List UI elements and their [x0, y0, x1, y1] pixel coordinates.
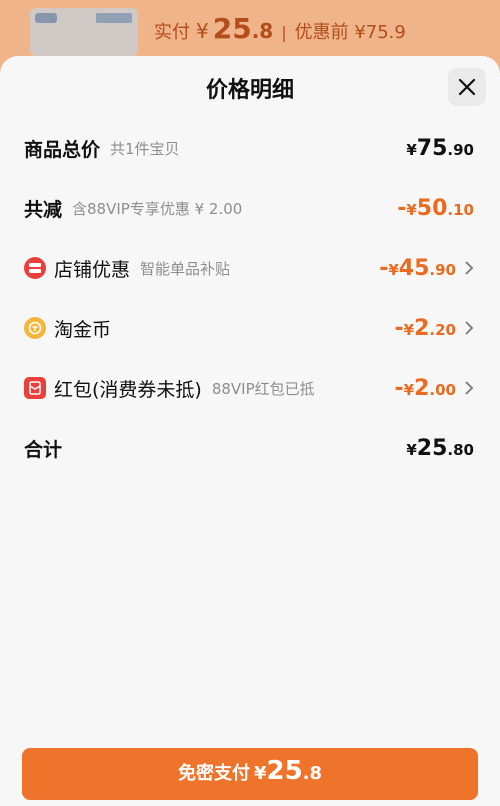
- row-sub: 88VIP红包已抵: [211, 379, 315, 398]
- row-amount: - ¥ 50 .10: [397, 196, 474, 221]
- close-button[interactable]: [448, 68, 486, 106]
- row-label: 共减: [24, 198, 63, 221]
- red-packet-icon: [24, 377, 46, 399]
- pay-button-currency: ¥: [253, 763, 267, 784]
- thumbnail-tag: [96, 13, 132, 23]
- row-sub: 智能单品补贴: [140, 259, 231, 278]
- paid-frac: .8: [251, 19, 274, 43]
- amount-frac: .00: [429, 380, 456, 399]
- row-red-packet[interactable]: 红包(消费券未抵) 88VIP红包已抵 - ¥ 2 .00: [24, 370, 474, 406]
- row-amount: - ¥ 2 .00: [395, 376, 456, 401]
- price-detail-sheet: 价格明细 商品总价 共1件宝贝 ¥ 75 .90 共减 含88VIP专享优惠 ¥…: [0, 56, 500, 806]
- paid-int: 25: [212, 12, 252, 45]
- product-thumbnail: [30, 8, 138, 56]
- row-amount: ¥ 75 .90: [406, 136, 474, 161]
- row-label: 红包(消费券未抵): [54, 378, 202, 401]
- password-free-pay-button[interactable]: 免密支付 ¥ 25 .8: [22, 748, 478, 800]
- row-amount: - ¥ 2 .20: [395, 316, 456, 341]
- row-amount: ¥ 25 .80: [406, 436, 474, 461]
- price-separator: |: [281, 23, 287, 42]
- pay-button-label: 免密支付: [177, 763, 250, 784]
- amount-sign: -: [397, 195, 407, 221]
- paid-currency: ¥: [196, 19, 209, 43]
- amount-currency: ¥: [388, 260, 399, 279]
- amount-currency: ¥: [406, 200, 417, 219]
- row-label: 商品总价: [24, 138, 101, 161]
- amount-currency: ¥: [403, 320, 415, 339]
- row-store-discount[interactable]: 店铺优惠 智能单品补贴 - ¥ 45 .90: [24, 250, 474, 286]
- gold-coin-icon: [24, 317, 46, 339]
- amount-int: 45: [398, 255, 430, 281]
- amount-int: 2: [414, 315, 430, 341]
- amount-frac: .80: [447, 440, 474, 459]
- amount-sign: -: [394, 315, 404, 341]
- row-subtotal: 商品总价 共1件宝贝 ¥ 75 .90: [24, 130, 474, 166]
- pay-button-frac: .8: [302, 763, 323, 784]
- amount-frac: .90: [429, 260, 456, 279]
- amount-int: 2: [414, 375, 430, 401]
- chevron-right-icon: [465, 381, 474, 395]
- amount-frac: .10: [447, 200, 474, 219]
- amount-frac: .90: [447, 140, 474, 159]
- paid-label: 实付: [154, 22, 190, 43]
- amount-int: 50: [416, 195, 448, 221]
- row-label: 店铺优惠: [54, 258, 131, 281]
- chevron-right-icon: [465, 321, 474, 335]
- row-sub: 共1件宝贝: [110, 139, 180, 158]
- chevron-right-icon: [465, 261, 474, 275]
- amount-frac: .20: [429, 320, 456, 339]
- row-label: 淘金币: [54, 318, 112, 341]
- pay-button-int: 25: [266, 756, 303, 786]
- amount-currency: ¥: [406, 140, 417, 159]
- row-amount: - ¥ 45 .90: [379, 256, 456, 281]
- row-sub: 含88VIP专享优惠 ¥ 2.00: [72, 199, 243, 218]
- amount-sign: -: [394, 375, 404, 401]
- row-total-discount: 共减 含88VIP专享优惠 ¥ 2.00 - ¥ 50 .10: [24, 190, 474, 226]
- row-label: 合计: [24, 438, 63, 461]
- amount-int: 75: [416, 135, 448, 161]
- amount-sign: -: [379, 255, 389, 281]
- close-icon: [458, 78, 476, 96]
- store-coupon-icon: [24, 257, 46, 279]
- background-price-summary: 实付 ¥ 25 .8 | 优惠前 ¥75.9: [154, 12, 406, 45]
- row-taojinbi[interactable]: 淘金币 - ¥ 2 .20: [24, 310, 474, 346]
- original-price: 优惠前 ¥75.9: [294, 22, 406, 43]
- row-total: 合计 ¥ 25 .80: [24, 430, 474, 466]
- amount-int: 25: [416, 435, 448, 461]
- amount-currency: ¥: [406, 440, 417, 459]
- amount-currency: ¥: [403, 380, 415, 399]
- sheet-title: 价格明细: [205, 78, 294, 103]
- thumbnail-badge: [35, 13, 57, 23]
